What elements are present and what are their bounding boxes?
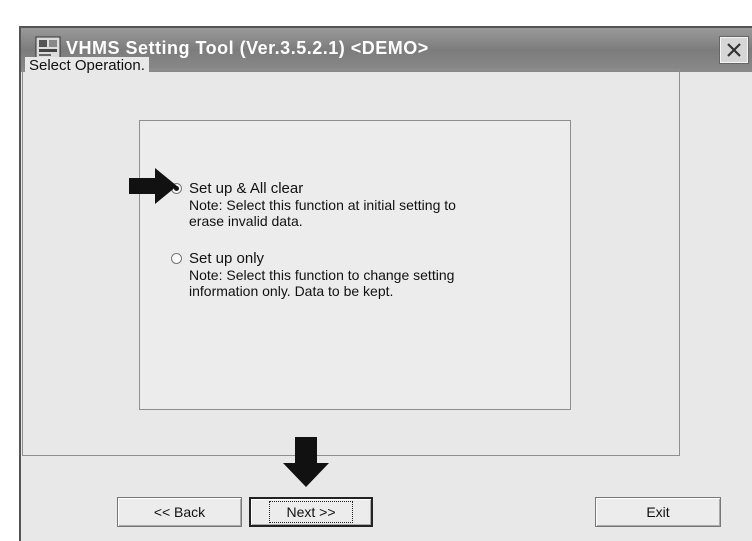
back-button[interactable]: << Back — [117, 497, 242, 527]
exit-button[interactable]: Exit — [595, 497, 721, 527]
next-button[interactable]: Next >> — [249, 497, 373, 527]
option-note: Note: Select this function to change set… — [189, 267, 454, 299]
next-button-label: Next >> — [269, 501, 353, 523]
radio-setup-only[interactable] — [171, 253, 182, 264]
option-note: Note: Select this function at initial se… — [189, 197, 456, 229]
down-arrow-icon — [283, 437, 329, 487]
option-label: Set up only — [189, 250, 265, 267]
right-arrow-icon — [129, 168, 177, 204]
window-title: VHMS Setting Tool (Ver.3.5.2.1) <DEMO> — [66, 38, 429, 58]
close-icon — [727, 43, 741, 57]
back-button-label: << Back — [153, 504, 206, 520]
option-note-line1: Note: Select this function at initial se… — [189, 197, 456, 213]
close-button[interactable] — [719, 36, 749, 64]
option-note-line2: erase invalid data. — [189, 213, 303, 229]
option-label: Set up & All clear — [189, 180, 304, 197]
exit-button-label: Exit — [646, 504, 670, 520]
option-note-line1: Note: Select this function to change set… — [189, 267, 455, 283]
option-note-line2: information only. Data to be kept. — [189, 283, 394, 299]
group-label: Select Operation. — [25, 57, 149, 74]
